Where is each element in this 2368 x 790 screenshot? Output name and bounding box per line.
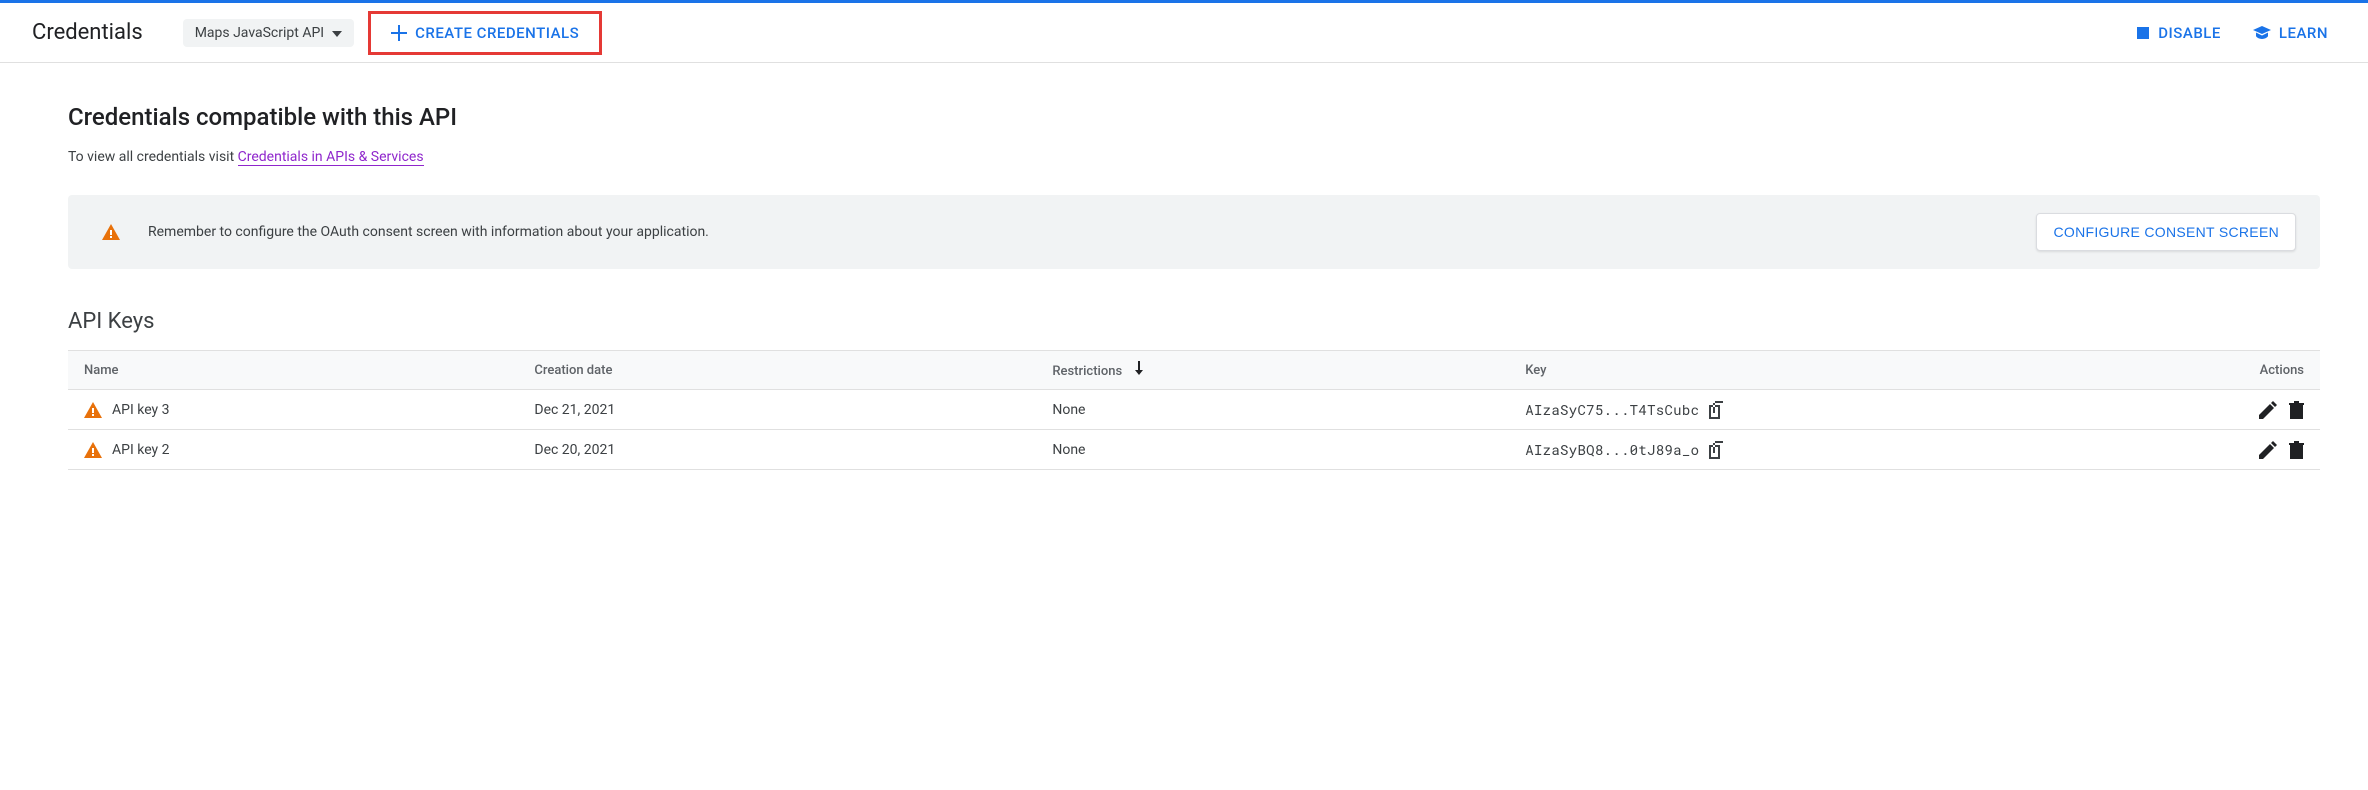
stop-icon xyxy=(2136,26,2150,40)
create-credentials-button[interactable]: Create Credentials xyxy=(368,11,602,55)
col-key[interactable]: Key xyxy=(1509,351,2095,390)
disable-label: Disable xyxy=(2158,24,2221,42)
create-credentials-label: Create Credentials xyxy=(415,24,579,42)
copy-icon[interactable] xyxy=(1709,401,1725,419)
main-content: Credentials compatible with this API To … xyxy=(0,63,2368,490)
table-row: API key 2 Dec 20, 2021None AIzaSyBQ8...0tJ… xyxy=(68,430,2320,470)
table-row: API key 3 Dec 21, 2021None AIzaSyC75...T4T… xyxy=(68,390,2320,430)
learn-label: Learn xyxy=(2279,24,2328,42)
col-restrictions-label: Restrictions xyxy=(1052,364,1122,379)
col-created[interactable]: Creation date xyxy=(518,351,1036,390)
key-cell: AIzaSyC75...T4TsCubc xyxy=(1525,400,2079,419)
created-cell: Dec 21, 2021 xyxy=(518,390,1036,430)
copy-icon[interactable] xyxy=(1709,441,1725,459)
banner-text: Remember to configure the OAuth consent … xyxy=(148,224,2036,240)
col-actions: Actions xyxy=(2095,351,2320,390)
page-header: Credentials Maps JavaScript API Create C… xyxy=(0,3,2368,63)
edit-icon[interactable] xyxy=(2247,401,2277,419)
api-selector-dropdown[interactable]: Maps JavaScript API xyxy=(183,19,354,47)
dropdown-icon xyxy=(332,25,342,41)
name-cell[interactable]: API key 3 xyxy=(84,402,502,418)
edit-icon[interactable] xyxy=(2247,441,2277,459)
restrictions-cell: None xyxy=(1036,390,1509,430)
oauth-consent-banner: Remember to configure the OAuth consent … xyxy=(68,195,2320,269)
sort-down-icon xyxy=(1133,364,1145,379)
page-title: Credentials xyxy=(32,20,143,45)
key-value: AIzaSyC75...T4TsCubc xyxy=(1525,400,1699,419)
restrictions-cell: None xyxy=(1036,430,1509,470)
learn-icon xyxy=(2253,26,2271,40)
warning-icon xyxy=(84,442,102,458)
disable-button[interactable]: Disable xyxy=(2120,16,2237,50)
api-key-name: API key 3 xyxy=(112,402,170,418)
desc-prefix: To view all credentials visit xyxy=(68,149,238,165)
api-keys-title: API Keys xyxy=(68,309,2320,334)
warning-icon xyxy=(84,402,102,418)
col-restrictions[interactable]: Restrictions xyxy=(1036,351,1509,390)
warning-icon xyxy=(102,224,120,240)
api-selector-label: Maps JavaScript API xyxy=(195,25,324,41)
actions-cell xyxy=(2095,390,2320,430)
delete-icon[interactable] xyxy=(2277,441,2304,459)
description-line: To view all credentials visit Credential… xyxy=(68,149,2320,165)
section-title: Credentials compatible with this API xyxy=(68,103,2320,131)
key-value: AIzaSyBQ8...0tJ89a_o xyxy=(1525,440,1699,459)
created-cell: Dec 20, 2021 xyxy=(518,430,1036,470)
api-keys-table: Name Creation date Restrictions Key Acti… xyxy=(68,350,2320,470)
credentials-link[interactable]: Credentials in APIs & Services xyxy=(238,149,424,166)
name-cell[interactable]: API key 2 xyxy=(84,442,502,458)
learn-button[interactable]: Learn xyxy=(2237,16,2344,50)
actions-cell xyxy=(2095,430,2320,470)
plus-icon xyxy=(391,25,407,41)
delete-icon[interactable] xyxy=(2277,401,2304,419)
key-cell: AIzaSyBQ8...0tJ89a_o xyxy=(1525,440,2079,459)
api-key-name: API key 2 xyxy=(112,442,170,458)
col-name[interactable]: Name xyxy=(68,351,518,390)
configure-consent-button[interactable]: Configure Consent Screen xyxy=(2036,213,2296,251)
